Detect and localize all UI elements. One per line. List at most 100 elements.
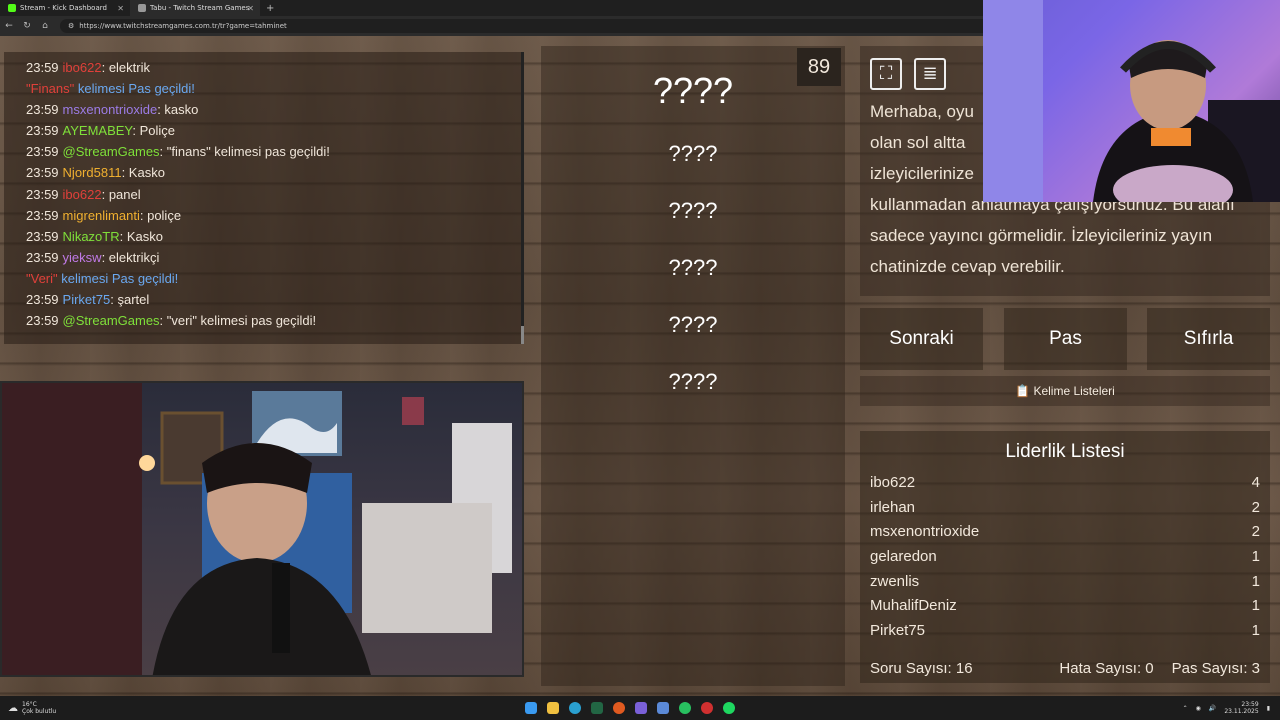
browser-icon[interactable] — [613, 702, 625, 714]
pass-button[interactable]: Pas — [1004, 308, 1127, 370]
chat-username[interactable]: Njord5811 — [63, 165, 122, 180]
volume-icon[interactable]: 🔊 — [1209, 705, 1216, 712]
chat-username[interactable]: @StreamGames — [63, 313, 160, 328]
chat-timestamp: 23:59 — [26, 249, 59, 265]
leaderboard-name: ibo622 — [870, 474, 916, 491]
speaker-icon — [138, 4, 146, 12]
chat-text: : elektrik — [101, 60, 150, 75]
word-lists-button[interactable]: 📋 Kelime Listeleri — [860, 376, 1270, 406]
clock-date: 23.11.2025 — [1224, 708, 1259, 715]
tab-tabu-game[interactable]: Tabu - Twitch Stream Games ✕ — [130, 0, 260, 16]
chat-message: 23:59 Njord5811: Kasko — [26, 162, 521, 183]
chat-text: : Kasko — [121, 165, 165, 181]
wifi-icon[interactable]: ◉ — [1196, 705, 1201, 712]
chat-text: : "veri" kelimesi pas geçildi! — [159, 313, 317, 329]
leaderboard-name: MuhalifDeniz — [870, 597, 957, 615]
chat-message: 23:59 migrenlimanti: poliçe — [26, 205, 521, 226]
leaderboard-row: MuhalifDeniz 1 — [860, 594, 1270, 619]
leaderboard-row: irlehan 2 — [860, 496, 1270, 521]
site-info-icon[interactable]: ⚙ — [68, 22, 74, 30]
webcam-image — [2, 383, 512, 675]
words-panel: 89 ???? ???? ???? ???? ???? ???? — [541, 46, 845, 686]
leaderboard-row: Pirket75 1 — [860, 619, 1270, 644]
forbidden-word: ???? — [668, 369, 718, 394]
leaderboard-row: msxenontrioxide 2 — [860, 520, 1270, 545]
leaderboard-score: 2 — [1251, 498, 1260, 516]
leaderboard-name: msxenontrioxide — [870, 523, 980, 541]
leaderboard-name: irlehan — [870, 498, 916, 516]
chat-list: 23:59 ibo622: elektrik "Finans" kelimesi P… — [26, 57, 521, 331]
leaderboard-score: 4 — [1251, 474, 1260, 491]
leaderboard-name: gelaredon — [870, 548, 937, 566]
chat-username[interactable]: ibo622 — [63, 60, 102, 75]
tab-kick-dashboard[interactable]: Stream - Kick Dashboard ✕ — [0, 0, 130, 16]
tab-label: Stream - Kick Dashboard — [20, 4, 107, 12]
back-icon[interactable]: ← — [0, 21, 18, 31]
clipboard-icon: 📋 — [1015, 384, 1031, 398]
home-icon[interactable]: ⌂ — [36, 21, 54, 31]
reset-button[interactable]: Sıfırla — [1147, 308, 1270, 370]
scroll-thumb[interactable] — [521, 326, 524, 344]
chat-timestamp: 23:59 — [26, 144, 59, 160]
close-tab-icon[interactable]: ✕ — [247, 4, 254, 13]
chat-username[interactable]: ibo622 — [63, 187, 102, 202]
leaderboard-row: gelaredon 1 — [860, 545, 1270, 570]
chat-timestamp: 23:59 — [26, 228, 59, 244]
forbidden-word: ???? — [668, 312, 718, 337]
chat-timestamp: 23:59 — [26, 292, 59, 308]
chat-username[interactable]: NikazoTR — [63, 229, 120, 244]
close-tab-icon[interactable]: ✕ — [117, 4, 124, 13]
chat-text: kelimesi Pas geçildi! — [57, 270, 179, 286]
weather-temp: 16°C — [22, 701, 37, 708]
taskbar-apps — [520, 702, 740, 714]
weather-widget[interactable]: ☁ 16°C Çok bulutlu — [0, 701, 520, 715]
chat-text: : poliçe — [139, 207, 182, 223]
new-tab-button[interactable]: + — [260, 3, 280, 14]
chat-message: 23:59 AYEMABEY: Poliçe — [26, 120, 521, 141]
chat-username[interactable]: migrenlimanti — [63, 208, 140, 223]
fullscreen-icon[interactable]: ⛶ — [870, 58, 902, 90]
chat-message: "Finans" kelimesi Pas geçildi! — [26, 78, 521, 99]
start-icon[interactable] — [525, 702, 537, 714]
leaderboard-rows: ibo622 4 irlehan 2 msxenontrioxide 2 gelaredon… — [860, 471, 1270, 644]
chat-message: 23:59 ibo622: elektrik — [26, 57, 521, 78]
chat-username[interactable]: AYEMABEY — [63, 123, 133, 138]
leaderboard-stats: Soru Sayısı: 16 Hata Sayısı: 0 Pas Sayıs… — [870, 660, 1260, 677]
chat-username[interactable]: msxenontrioxide — [63, 102, 158, 117]
tray-chevron-icon[interactable]: ⌃ — [1183, 705, 1188, 712]
info-line: chatinizde cevap verebilir. — [870, 257, 1065, 276]
leaderboard-score: 2 — [1251, 523, 1260, 541]
chat-timestamp: 23:59 — [26, 207, 59, 223]
chat-username[interactable]: @StreamGames — [63, 144, 160, 159]
chat-message: 23:59 NikazoTR: Kasko — [26, 226, 521, 247]
app-icon[interactable] — [657, 702, 669, 714]
pass-count: Pas Sayısı: 3 — [1171, 660, 1260, 677]
discord-icon[interactable] — [635, 702, 647, 714]
chat-scrollbar[interactable] — [521, 52, 524, 344]
chat-username[interactable]: "Finans" — [26, 81, 74, 96]
forbidden-word: ???? — [668, 198, 718, 223]
edge-icon[interactable] — [569, 702, 581, 714]
reload-icon[interactable]: ↻ — [18, 21, 36, 31]
next-button[interactable]: Sonraki — [860, 308, 983, 370]
kick-icon — [8, 4, 16, 12]
leaderboard-score: 1 — [1251, 597, 1260, 615]
spotify-icon[interactable] — [723, 702, 735, 714]
chat-message: 23:59 @StreamGames: "finans" kelimesi pas… — [26, 141, 521, 162]
chat-username[interactable]: Pirket75 — [63, 292, 111, 307]
steam-icon[interactable] — [591, 702, 603, 714]
chat-message: 23:59 ibo622: panel — [26, 184, 521, 205]
url-field[interactable]: ⚙ https://www.twitchstreamgames.com.tr/t… — [60, 19, 990, 33]
chat-username[interactable]: "Veri" — [26, 271, 58, 286]
chat-timestamp: 23:59 — [26, 313, 59, 329]
document-icon[interactable]: ≣ — [914, 58, 946, 90]
chat-text: : şartel — [110, 292, 150, 308]
whatsapp-icon[interactable] — [679, 702, 691, 714]
leaderboard-row: zwenlis 1 — [860, 570, 1270, 595]
chat-timestamp: 23:59 — [26, 165, 59, 181]
files-icon[interactable] — [547, 702, 559, 714]
obs-icon[interactable] — [701, 702, 713, 714]
chat-username[interactable]: yieksw — [63, 250, 102, 265]
word-lists-label: Kelime Listeleri — [1033, 384, 1115, 398]
notification-icon[interactable]: ▮ — [1267, 705, 1270, 712]
